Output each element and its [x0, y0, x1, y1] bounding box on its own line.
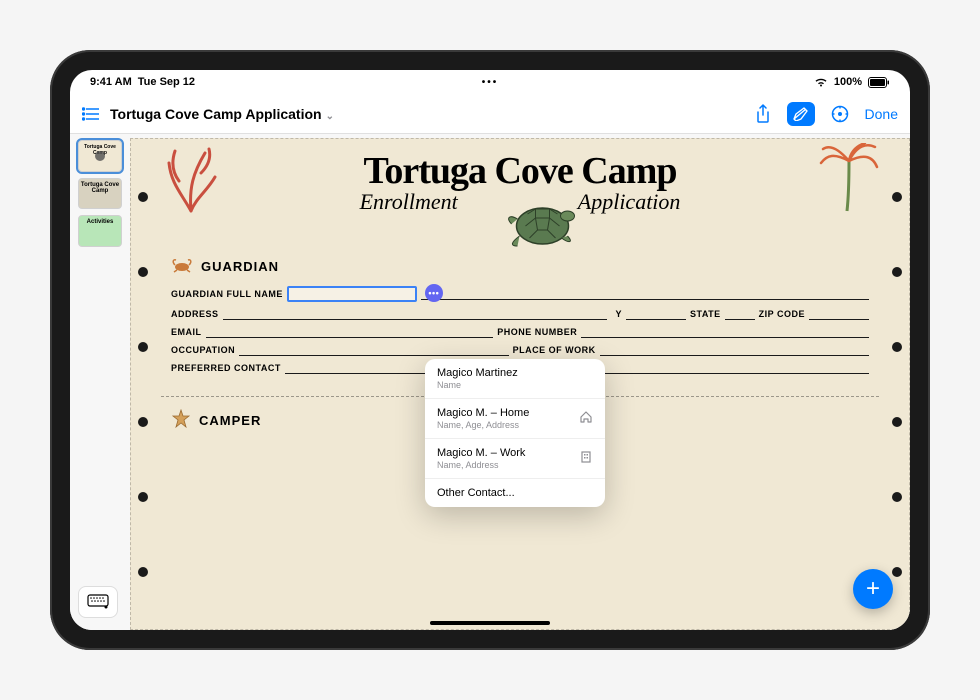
- label-place-work: PLACE OF WORK: [513, 345, 596, 355]
- starfish-icon: [171, 409, 191, 432]
- thumbnail-sidebar: Tortuga Cove Camp Tortuga Cove Camp Acti…: [70, 134, 130, 630]
- state-field[interactable]: [725, 308, 755, 320]
- palm-illustration: [819, 143, 879, 218]
- title-block: Tortuga Cove Camp Enrollment Application: [131, 139, 909, 215]
- label-email: EMAIL: [171, 327, 202, 337]
- status-date: Tue Sep 12: [138, 76, 195, 88]
- wifi-icon: [814, 76, 828, 88]
- label-full-name: GUARDIAN FULL NAME: [171, 289, 283, 299]
- autofill-indicator-icon[interactable]: •••: [425, 284, 443, 302]
- document-title[interactable]: Tortuga Cove Camp Application⌄: [110, 106, 334, 122]
- phone-field[interactable]: [581, 326, 869, 338]
- label-address: ADDRESS: [171, 309, 219, 319]
- autofill-popup: Magico Martinez Name Magico M. – Home Na…: [425, 359, 605, 507]
- ipad-frame: 9:41 AM Tue Sep 12 ••• 100%: [50, 50, 930, 650]
- address-field[interactable]: [223, 308, 608, 320]
- done-button[interactable]: Done: [865, 106, 898, 122]
- coral-illustration: [161, 143, 221, 218]
- status-time: 9:41 AM: [90, 76, 132, 88]
- page-thumbnail-1[interactable]: Tortuga Cove Camp: [78, 140, 122, 172]
- main-area: Tortuga Cove Camp Tortuga Cove Camp Acti…: [70, 134, 910, 630]
- sidebar-toggle-icon[interactable]: [82, 107, 100, 121]
- autofill-option-1[interactable]: Magico Martinez Name: [425, 359, 605, 399]
- camp-title: Tortuga Cove Camp: [171, 149, 869, 193]
- place-work-field[interactable]: [600, 344, 869, 356]
- ipad-screen: 9:41 AM Tue Sep 12 ••• 100%: [70, 70, 910, 630]
- occupation-field[interactable]: [239, 344, 508, 356]
- battery-percent: 100%: [834, 76, 862, 88]
- status-bar: 9:41 AM Tue Sep 12 ••• 100%: [70, 70, 910, 94]
- autofill-option-2[interactable]: Magico M. – Home Name, Age, Address: [425, 399, 605, 439]
- chevron-down-icon: ⌄: [326, 111, 334, 122]
- label-pref-contact: PREFERRED CONTACT: [171, 363, 281, 373]
- thumb-menu-dot: [95, 151, 105, 161]
- document-canvas[interactable]: Tortuga Cove Camp Enrollment Application: [130, 138, 910, 630]
- building-icon: [579, 450, 593, 467]
- battery-icon: [868, 76, 890, 88]
- share-icon[interactable]: [755, 104, 771, 124]
- guardian-header: GUARDIAN: [201, 259, 279, 274]
- label-occupation: OCCUPATION: [171, 345, 235, 355]
- toolbar: Tortuga Cove Camp Application⌄ Done: [70, 94, 910, 134]
- markup-icon[interactable]: [787, 102, 815, 126]
- turtle-illustration: [498, 194, 588, 259]
- email-field[interactable]: [206, 326, 494, 338]
- zip-field[interactable]: [809, 308, 869, 320]
- search-page-icon[interactable]: [831, 105, 849, 123]
- page-thumbnail-3[interactable]: Activities: [78, 215, 122, 247]
- autofill-other-contact[interactable]: Other Contact...: [425, 479, 605, 507]
- camp-sub-right: Application: [578, 189, 681, 215]
- crab-icon: [171, 257, 193, 276]
- camper-header: CAMPER: [199, 413, 261, 428]
- add-button[interactable]: +: [853, 569, 893, 609]
- label-phone: PHONE NUMBER: [497, 327, 577, 337]
- keyboard-button[interactable]: [78, 586, 118, 618]
- camp-sub-left: Enrollment: [360, 189, 458, 215]
- label-zip: ZIP CODE: [759, 309, 805, 319]
- autofill-option-3[interactable]: Magico M. – Work Name, Address: [425, 439, 605, 479]
- status-center-dots: •••: [482, 77, 499, 88]
- home-icon: [579, 410, 593, 427]
- label-state: STATE: [690, 309, 721, 319]
- home-indicator[interactable]: [430, 621, 550, 625]
- label-city: Y: [615, 309, 622, 319]
- page-thumbnail-2[interactable]: Tortuga Cove Camp: [78, 178, 122, 210]
- guardian-name-field[interactable]: [287, 286, 417, 302]
- city-field[interactable]: [626, 308, 686, 320]
